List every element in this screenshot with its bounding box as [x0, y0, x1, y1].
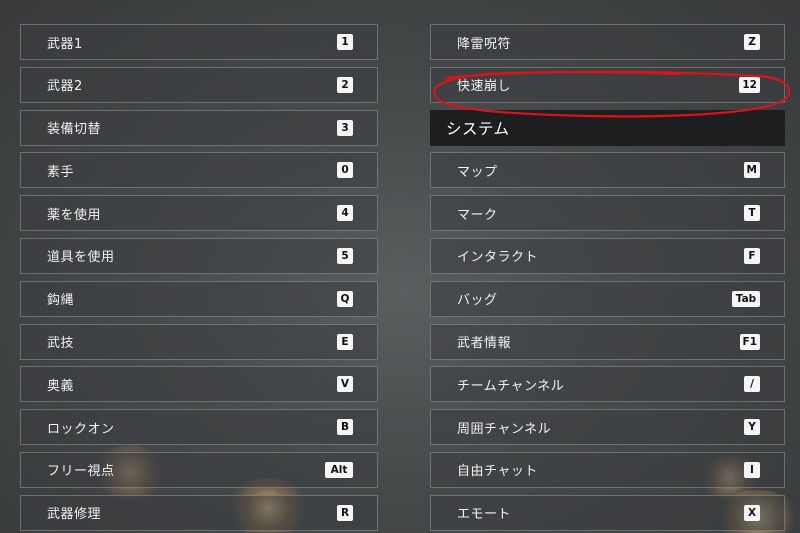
keybinding-row-lightning-talisman[interactable]: 降雷呪符 Z: [430, 24, 785, 60]
section-header-system: システム: [430, 109, 785, 146]
keybinding-row-bare-hands[interactable]: 素手 0: [20, 152, 378, 189]
action-label: エモート: [457, 507, 512, 523]
action-label: フリー視点: [47, 464, 115, 480]
action-label: インタラクト: [457, 250, 539, 266]
keybinding-list-right: 降雷呪符 Z 快速崩し 12 システム マップ M マーク T インタラクト F…: [430, 24, 785, 533]
action-label: 武器1: [47, 36, 83, 52]
action-label: 奥義: [47, 378, 75, 394]
action-label: 武器2: [47, 79, 83, 95]
key-badge[interactable]: 3: [337, 119, 353, 136]
action-label: ロックオン: [47, 421, 115, 437]
keybinding-row-free-chat[interactable]: 自由チャット I: [430, 451, 785, 488]
key-badge[interactable]: I: [744, 461, 760, 478]
key-badge[interactable]: 12: [739, 76, 760, 93]
action-label: マーク: [457, 207, 498, 223]
keybinding-row-weapon-repair[interactable]: 武器修理 R: [20, 494, 378, 531]
key-badge[interactable]: Y: [744, 419, 760, 436]
action-label: 道具を使用: [47, 250, 115, 266]
key-badge[interactable]: 2: [337, 76, 353, 93]
action-label: 武技: [47, 336, 75, 352]
key-badge[interactable]: F1: [739, 333, 760, 350]
action-label: 周囲チャンネル: [457, 421, 552, 437]
action-label: 快速崩し: [457, 79, 512, 95]
keybinding-row-emote[interactable]: エモート X: [430, 494, 785, 531]
key-badge[interactable]: Alt: [325, 461, 353, 478]
keybinding-row-weapon2[interactable]: 武器2 2: [20, 66, 378, 103]
key-badge[interactable]: B: [337, 419, 353, 436]
section-title: システム: [446, 119, 510, 138]
keybinding-row-grappling-hook[interactable]: 鈎縄 Q: [20, 280, 378, 317]
action-label: 武者情報: [457, 336, 512, 352]
keybinding-row-nearby-channel[interactable]: 周囲チャンネル Y: [430, 409, 785, 446]
key-badge[interactable]: 5: [337, 247, 353, 264]
key-badge[interactable]: R: [337, 504, 353, 521]
keybinding-row-weapon1[interactable]: 武器1 1: [20, 24, 378, 60]
key-badge[interactable]: E: [337, 333, 353, 350]
key-badge[interactable]: Q: [337, 290, 353, 307]
keybinding-list-left: 武器1 1 武器2 2 装備切替 3 素手 0 薬を使用 4 道具を使用 5 鈎…: [20, 24, 378, 533]
action-label: バッグ: [457, 293, 498, 309]
action-label: 素手: [47, 164, 75, 180]
keybinding-row-switch-equipment[interactable]: 装備切替 3: [20, 109, 378, 146]
key-badge[interactable]: Z: [744, 34, 760, 50]
key-badge[interactable]: 4: [337, 205, 353, 222]
key-badge[interactable]: T: [744, 205, 760, 222]
key-badge[interactable]: 1: [337, 34, 353, 50]
keybinding-row-warrior-info[interactable]: 武者情報 F1: [430, 323, 785, 360]
keybinding-row-team-channel[interactable]: チームチャンネル /: [430, 366, 785, 403]
key-badge[interactable]: M: [743, 162, 760, 179]
action-label: 自由チャット: [457, 464, 538, 480]
keybinding-row-ultimate[interactable]: 奥義 V: [20, 366, 378, 403]
keybinding-row-quick-break[interactable]: 快速崩し 12: [430, 66, 785, 103]
keybinding-row-mark[interactable]: マーク T: [430, 195, 785, 232]
keybinding-row-skill[interactable]: 武技 E: [20, 323, 378, 360]
keybinding-row-bag[interactable]: バッグ Tab: [430, 280, 785, 317]
key-badge[interactable]: F: [744, 247, 760, 264]
action-label: 装備切替: [47, 122, 102, 138]
key-badge[interactable]: /: [744, 376, 760, 393]
action-label: 薬を使用: [47, 207, 102, 223]
action-label: 降雷呪符: [457, 36, 512, 52]
key-badge[interactable]: V: [337, 376, 353, 393]
action-label: マップ: [457, 164, 498, 180]
keybinding-row-lock-on[interactable]: ロックオン B: [20, 409, 378, 446]
keybinding-row-free-look[interactable]: フリー視点 Alt: [20, 451, 378, 488]
keybinding-row-map[interactable]: マップ M: [430, 152, 785, 189]
action-label: 武器修理: [47, 507, 102, 523]
action-label: 鈎縄: [47, 293, 75, 309]
keybinding-row-use-tool[interactable]: 道具を使用 5: [20, 237, 378, 274]
key-badge[interactable]: 0: [337, 162, 353, 179]
keybinding-row-use-medicine[interactable]: 薬を使用 4: [20, 195, 378, 232]
action-label: チームチャンネル: [457, 378, 565, 394]
key-badge[interactable]: Tab: [732, 290, 760, 307]
keybinding-row-interact[interactable]: インタラクト F: [430, 237, 785, 274]
key-badge[interactable]: X: [744, 504, 760, 521]
